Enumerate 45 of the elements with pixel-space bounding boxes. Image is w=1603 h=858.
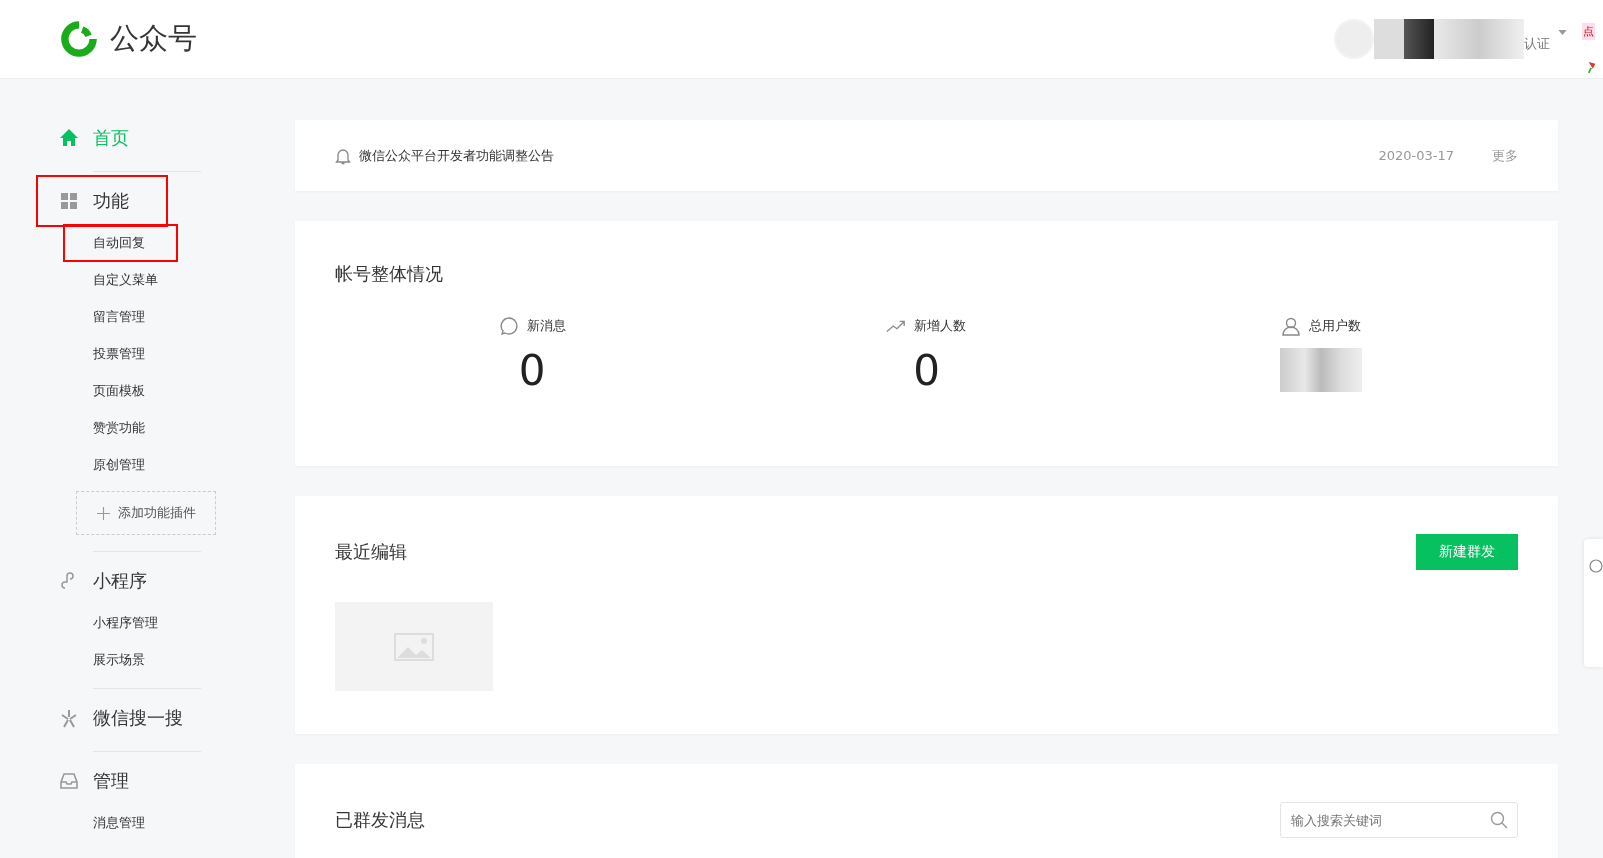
sidebar-item[interactable]: 投票管理 [63,335,178,373]
search-field[interactable]: 输入搜索关键词 [1280,802,1518,838]
verified-label: 认证 [1524,35,1550,53]
sidebar-section[interactable]: 功能 [36,175,168,227]
sidebar-section[interactable]: 小程序 [36,555,168,607]
sidebar-item[interactable]: 赞赏功能 [63,409,178,447]
blurred-avatar[interactable] [1334,19,1374,59]
stat-value: 0 [913,346,940,395]
user-icon [1280,316,1301,336]
stat-label: 总用户数 [1308,317,1361,335]
sidebar-item[interactable]: 小程序管理 [63,604,178,642]
stat-label: 新增人数 [914,317,967,335]
section-title: 最近编辑 [335,540,407,564]
grid-icon [59,191,79,211]
sparkle-icon [59,708,79,728]
home-icon [59,128,79,148]
sidebar-item[interactable]: 消息管理 [63,804,178,842]
sidebar-item[interactable]: 留言管理 [63,298,178,336]
plus-icon [96,506,110,520]
sidebar-item[interactable]: 页面模板 [63,372,178,410]
image-placeholder[interactable] [335,602,493,691]
sidebar-item[interactable]: 自动回复 [63,224,178,262]
sidebar-item[interactable]: 自定义菜单 [63,261,178,299]
notice-link[interactable]: 微信公众平台开发者功能调整公告 [359,146,1371,165]
stat-value: 0 [518,346,546,395]
chat-bubble-icon [498,316,519,336]
brand-title: 公众号 [110,20,197,57]
circle-icon [1589,559,1603,573]
inbox-icon [59,771,79,791]
search-icon[interactable] [1490,811,1508,829]
stat-label: 新消息 [526,317,566,335]
caret-icon[interactable] [1558,29,1567,35]
floating-panel[interactable] [1584,539,1603,667]
section-title: 已群发消息 [335,808,425,832]
sidebar-item[interactable]: 原创管理 [63,446,178,484]
sticker-badge: 点 [1582,23,1595,40]
sidebar-item[interactable]: 展示场景 [63,641,178,679]
notice-date: 2020-03-17 [1378,148,1454,163]
pin-icon [1587,59,1597,75]
add-plugin-button[interactable]: 添加功能插件 [76,491,216,535]
section-title: 帐号整体情况 [335,262,444,286]
logo-icon [58,18,100,60]
sidebar-section[interactable]: 管理 [36,755,168,807]
bell-icon [335,146,351,165]
sidebar-section[interactable]: 微信搜一搜 [36,692,193,744]
